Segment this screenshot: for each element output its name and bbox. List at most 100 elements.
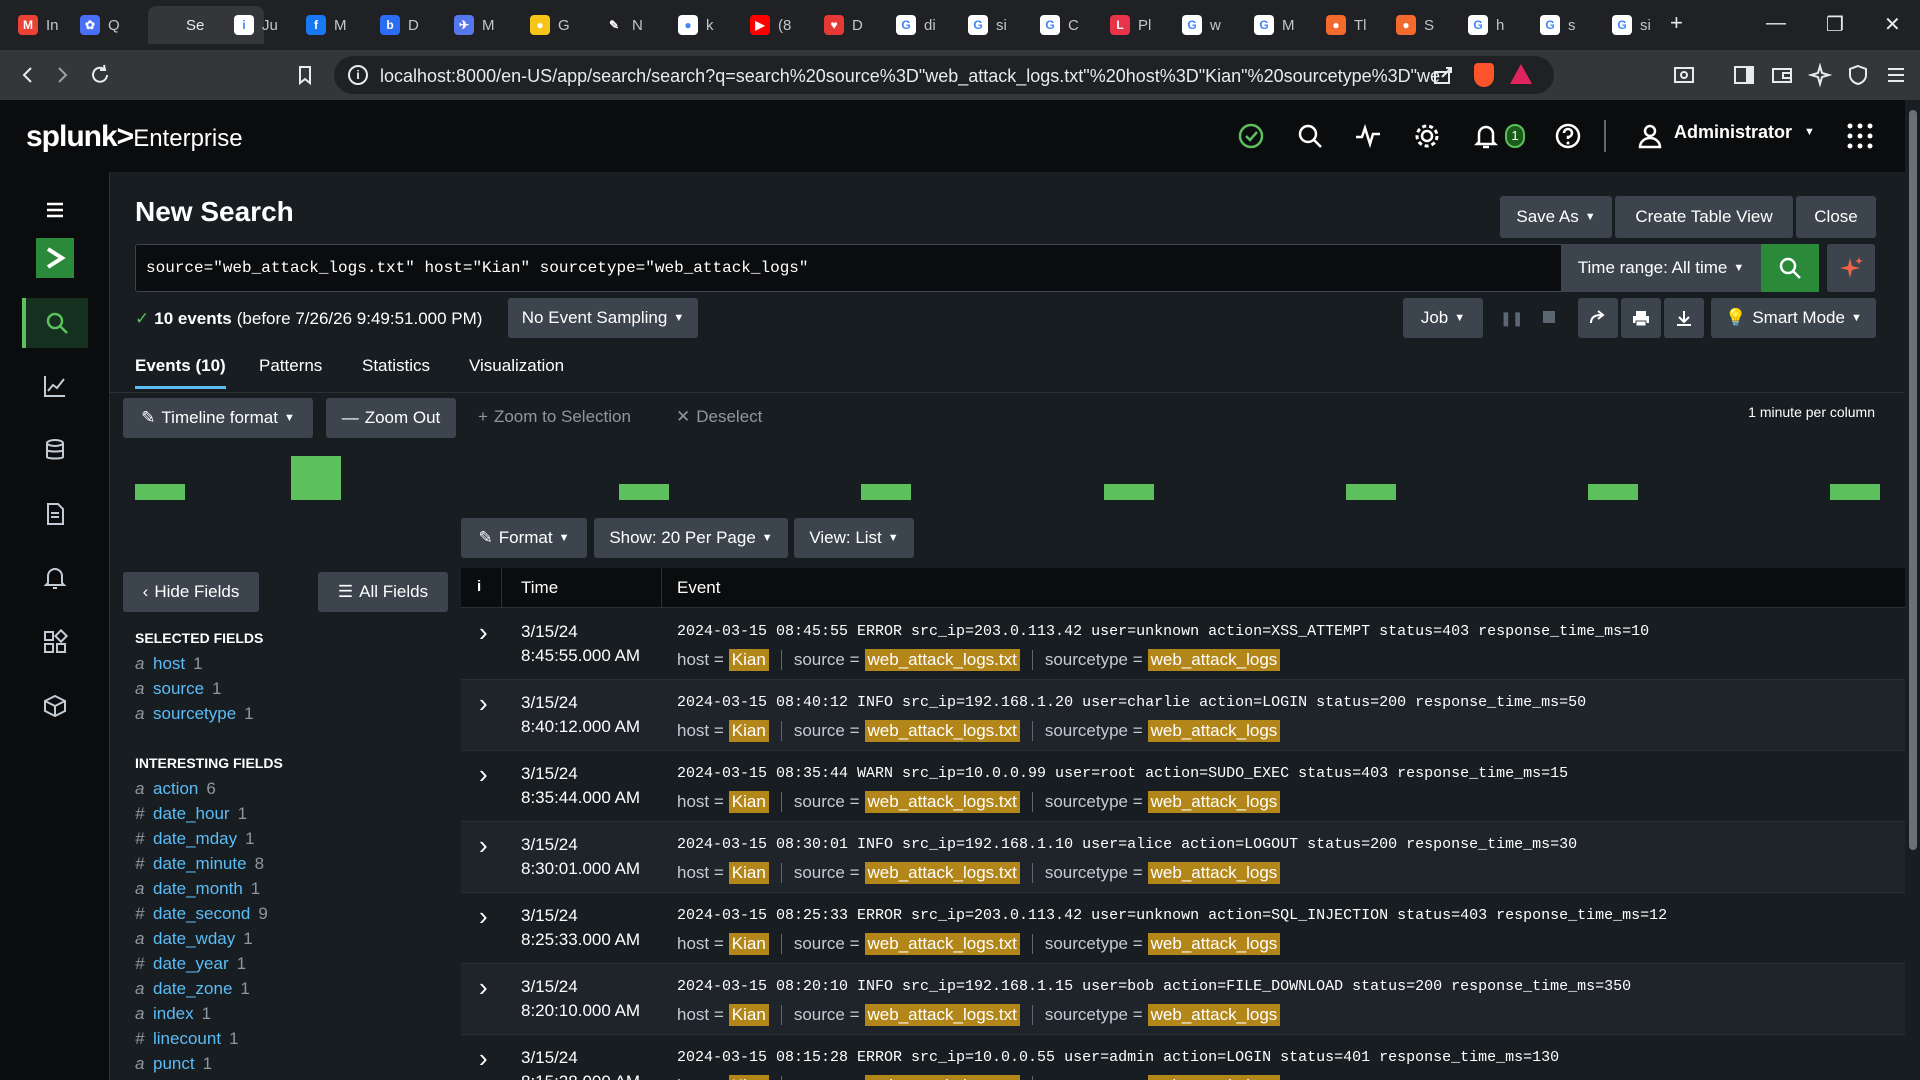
browser-tab[interactable]: Gsi: [1602, 6, 1660, 44]
timeline-bar[interactable]: [135, 484, 185, 500]
settings-gear-icon[interactable]: [1413, 122, 1441, 150]
col-time[interactable]: Time: [521, 578, 558, 598]
search-mode-dropdown[interactable]: 💡 Smart Mode ▼: [1711, 298, 1876, 338]
save-as-button[interactable]: Save As ▼: [1500, 196, 1612, 238]
expand-chevron-icon[interactable]: ›: [479, 830, 488, 861]
field-item[interactable]: a host 1: [135, 654, 203, 674]
job-dropdown[interactable]: Job ▼: [1403, 298, 1483, 338]
table-row[interactable]: › 3/15/24 8:20:10.000 AM 2024-03-15 08:20:1…: [461, 964, 1905, 1035]
event-raw[interactable]: 2024-03-15 08:30:01 INFO src_ip=192.168.…: [677, 836, 1577, 853]
host-value[interactable]: Kian: [728, 649, 769, 671]
nav-packages-icon[interactable]: [22, 682, 88, 730]
print-button[interactable]: [1621, 298, 1661, 338]
source-value[interactable]: web_attack_logs.txt: [864, 649, 1020, 671]
browser-tab[interactable]: M In: [8, 6, 66, 44]
table-row[interactable]: › 3/15/24 8:30:01.000 AM 2024-03-15 08:30:0…: [461, 822, 1905, 893]
nav-reports-icon[interactable]: [22, 490, 88, 538]
search-app-icon[interactable]: [36, 238, 74, 278]
field-item[interactable]: a date_month 1: [135, 879, 260, 899]
timeline-bar[interactable]: [291, 456, 341, 500]
screenshot-icon[interactable]: [1672, 63, 1696, 87]
host-value[interactable]: Kian: [728, 933, 769, 955]
field-item[interactable]: # date_year 1: [135, 954, 246, 974]
sourcetype-value[interactable]: web_attack_logs: [1147, 933, 1281, 955]
nav-dashboards-icon[interactable]: [22, 362, 88, 410]
host-value[interactable]: Kian: [728, 1004, 769, 1026]
field-name[interactable]: date_wday: [153, 929, 235, 949]
user-menu[interactable]: Administrator ▼: [1674, 122, 1815, 143]
nav-datasets-icon[interactable]: [22, 426, 88, 474]
event-raw[interactable]: 2024-03-15 08:15:28 ERROR src_ip=10.0.0.…: [677, 1049, 1559, 1066]
expand-chevron-icon[interactable]: ›: [479, 901, 488, 932]
brave-shield-icon[interactable]: [1474, 63, 1494, 87]
browser-tab[interactable]: ● Tl: [1316, 6, 1374, 44]
timeline-bar[interactable]: [1588, 484, 1638, 500]
table-row[interactable]: › 3/15/24 8:45:55.000 AM 2024-03-15 08:45:5…: [461, 609, 1905, 680]
search-icon[interactable]: [1296, 122, 1324, 150]
timeline-format-button[interactable]: ✎ Timeline format ▼: [123, 398, 313, 438]
event-raw[interactable]: 2024-03-15 08:20:10 INFO src_ip=192.168.…: [677, 978, 1631, 995]
field-item[interactable]: # date_minute 8: [135, 854, 264, 874]
field-name[interactable]: host: [153, 654, 185, 674]
stop-icon[interactable]: [1543, 311, 1555, 323]
browser-tab[interactable]: fM: [296, 6, 354, 44]
sourcetype-value[interactable]: web_attack_logs: [1147, 1075, 1281, 1080]
field-name[interactable]: sourcetype: [153, 704, 236, 724]
tab-patterns[interactable]: Patterns: [259, 356, 322, 376]
nav-alerts-icon[interactable]: [22, 554, 88, 602]
timeline-bar[interactable]: [861, 484, 911, 500]
field-item[interactable]: a action 6: [135, 779, 216, 799]
hide-fields-button[interactable]: ‹ Hide Fields: [123, 572, 259, 612]
sourcetype-value[interactable]: web_attack_logs: [1147, 649, 1281, 671]
ai-assistant-button[interactable]: [1827, 244, 1875, 292]
event-raw[interactable]: 2024-03-15 08:40:12 INFO src_ip=192.168.…: [677, 694, 1586, 711]
run-search-button[interactable]: [1761, 244, 1819, 292]
wallet-icon[interactable]: [1770, 63, 1794, 87]
timeline-bar[interactable]: [619, 484, 669, 500]
menu-icon[interactable]: [1884, 63, 1908, 87]
field-name[interactable]: date_zone: [153, 979, 232, 999]
browser-tab[interactable]: Gs: [1530, 6, 1588, 44]
browser-tab[interactable]: bD: [370, 6, 428, 44]
tab-events[interactable]: Events (10): [135, 356, 226, 389]
field-item[interactable]: a date_wday 1: [135, 929, 253, 949]
activity-icon[interactable]: [1354, 122, 1382, 150]
browser-tab[interactable]: ● k: [668, 6, 726, 44]
tab-visualization[interactable]: Visualization: [469, 356, 564, 376]
apps-grid-icon[interactable]: [1846, 122, 1874, 150]
restore-icon[interactable]: ❐: [1826, 12, 1844, 37]
source-value[interactable]: web_attack_logs.txt: [864, 791, 1020, 813]
hamburger-icon[interactable]: [22, 186, 88, 234]
field-name[interactable]: date_mday: [153, 829, 237, 849]
per-page-dropdown[interactable]: Show: 20 Per Page ▼: [594, 518, 788, 558]
tab-statistics[interactable]: Statistics: [362, 356, 430, 376]
field-name[interactable]: index: [153, 1004, 194, 1024]
field-item[interactable]: a sourcetype 1: [135, 704, 254, 724]
browser-tab[interactable]: ✿ Q: [70, 6, 128, 44]
event-raw[interactable]: 2024-03-15 08:45:55 ERROR src_ip=203.0.1…: [677, 623, 1649, 640]
close-window-icon[interactable]: ✕: [1884, 12, 1901, 37]
minimize-icon[interactable]: —: [1766, 12, 1786, 35]
expand-chevron-icon[interactable]: ›: [479, 759, 488, 790]
vpn-shield-icon[interactable]: [1846, 63, 1870, 87]
field-name[interactable]: date_hour: [153, 804, 230, 824]
export-button[interactable]: [1664, 298, 1704, 338]
zoom-out-button[interactable]: — Zoom Out: [326, 398, 456, 438]
deselect-button[interactable]: ✕ Deselect: [676, 398, 762, 436]
zoom-to-selection-button[interactable]: + Zoom to Selection: [478, 398, 631, 436]
field-name[interactable]: linecount: [153, 1029, 221, 1049]
sourcetype-value[interactable]: web_attack_logs: [1147, 720, 1281, 742]
create-table-view-button[interactable]: Create Table View: [1615, 196, 1793, 238]
help-icon[interactable]: [1554, 122, 1582, 150]
user-icon[interactable]: [1636, 122, 1664, 150]
browser-tab[interactable]: Gh: [1458, 6, 1516, 44]
timeline-chart[interactable]: [135, 442, 1880, 502]
timeline-bar[interactable]: [1104, 484, 1154, 500]
browser-tab[interactable]: GM: [1244, 6, 1302, 44]
sidebar-icon[interactable]: [1732, 63, 1756, 87]
sourcetype-value[interactable]: web_attack_logs: [1147, 862, 1281, 884]
source-value[interactable]: web_attack_logs.txt: [864, 720, 1020, 742]
host-value[interactable]: Kian: [728, 791, 769, 813]
field-item[interactable]: a index 1: [135, 1004, 211, 1024]
expand-chevron-icon[interactable]: ›: [479, 1043, 488, 1074]
